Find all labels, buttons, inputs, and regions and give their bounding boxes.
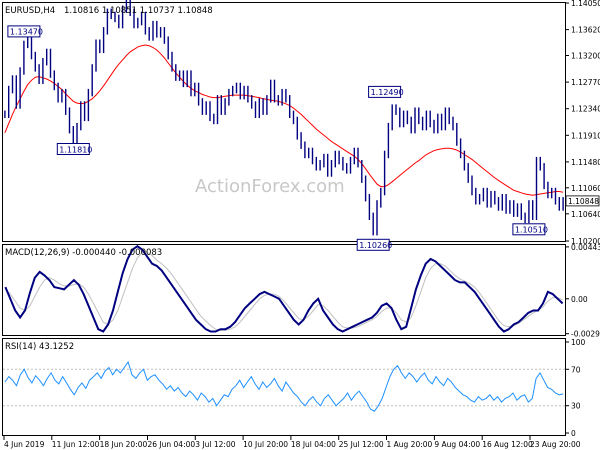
macd-header: MACD(12,26,9) -0.000440 -0.000083: [5, 248, 162, 258]
x-tick-label: 3 Jul 12:00: [195, 440, 235, 449]
x-tick-label: 18 Jul 04:00: [291, 440, 336, 449]
price-y-tick-label: 1.13620: [571, 26, 600, 35]
price-annotation-label: 1.13470: [10, 28, 43, 37]
rsi-y-tick-label: 70: [571, 365, 581, 374]
macd-y-axis: 0.0044350.00-0.002988: [565, 243, 600, 339]
rsi-y-axis: 100 70 30 0: [565, 338, 586, 438]
price-y-tick-label: 1.11910: [571, 131, 600, 140]
x-tick-label: 10 Jul 20:00: [243, 440, 288, 449]
x-tick-label: 4 Jun 2019: [4, 440, 45, 449]
x-tick-label: 11 Jun 12:00: [52, 440, 100, 449]
price-y-tick-label: 1.12340: [571, 105, 600, 114]
rsi-y-tick-label: 100: [571, 338, 586, 347]
price-annotation-label: 1.12490: [371, 88, 404, 97]
price-y-tick-label: 1.11480: [571, 158, 600, 167]
price-y-axis: 1.14050 1.13620 1.13200 1.12770 1.12340 1.119…: [565, 0, 600, 246]
x-tick-label: 16 Aug 12:00: [482, 440, 533, 449]
price-header-symbol: EURUSD,H4: [5, 6, 55, 16]
price-annotation-label: 1.11810: [59, 145, 92, 154]
x-tick-label: 9 Aug 04:00: [434, 440, 480, 449]
price-y-tick-label: 1.10640: [571, 210, 600, 219]
macd-y-tick-label: 0.004435: [571, 243, 600, 252]
rsi-header: RSI(14) 43.1252: [5, 342, 74, 352]
x-axis: 4 Jun 2019 11 Jun 12:00 18 Jun 20:00 26 Jun…: [3, 436, 581, 449]
x-tick-label: 18 Jun 20:00: [100, 440, 148, 449]
x-tick-label: 23 Aug 20:00: [530, 440, 581, 449]
chart-stage: ActionForex.com 1.134701.141201.118101.1…: [2, 0, 600, 449]
last-price-label: 1.10848: [568, 197, 599, 206]
price-header-quote: 1.10816 1.10851 1.10737 1.10848: [64, 6, 213, 16]
price-y-tick-label: 1.11060: [571, 184, 600, 193]
x-tick-label: 26 Jun 04:00: [148, 440, 196, 449]
macd-panel: [2, 244, 566, 336]
x-tick-label: 1 Aug 20:00: [387, 440, 433, 449]
price-y-tick-label: 1.13200: [571, 52, 600, 61]
macd-y-tick-label: 0.00: [571, 295, 588, 304]
price-annotation-label: 1.10510: [515, 226, 548, 235]
price-y-tick-label: 1.12770: [571, 78, 600, 87]
rsi-y-tick-label: 0: [571, 429, 576, 438]
price-panel: [2, 2, 566, 242]
rsi-y-tick-label: 30: [571, 402, 581, 411]
watermark: ActionForex.com: [195, 176, 345, 197]
price-annotation-label: 1.10260: [359, 241, 392, 250]
price-y-tick-label: 1.14050: [571, 0, 600, 8]
x-tick-label: 25 Jul 12:00: [339, 440, 384, 449]
